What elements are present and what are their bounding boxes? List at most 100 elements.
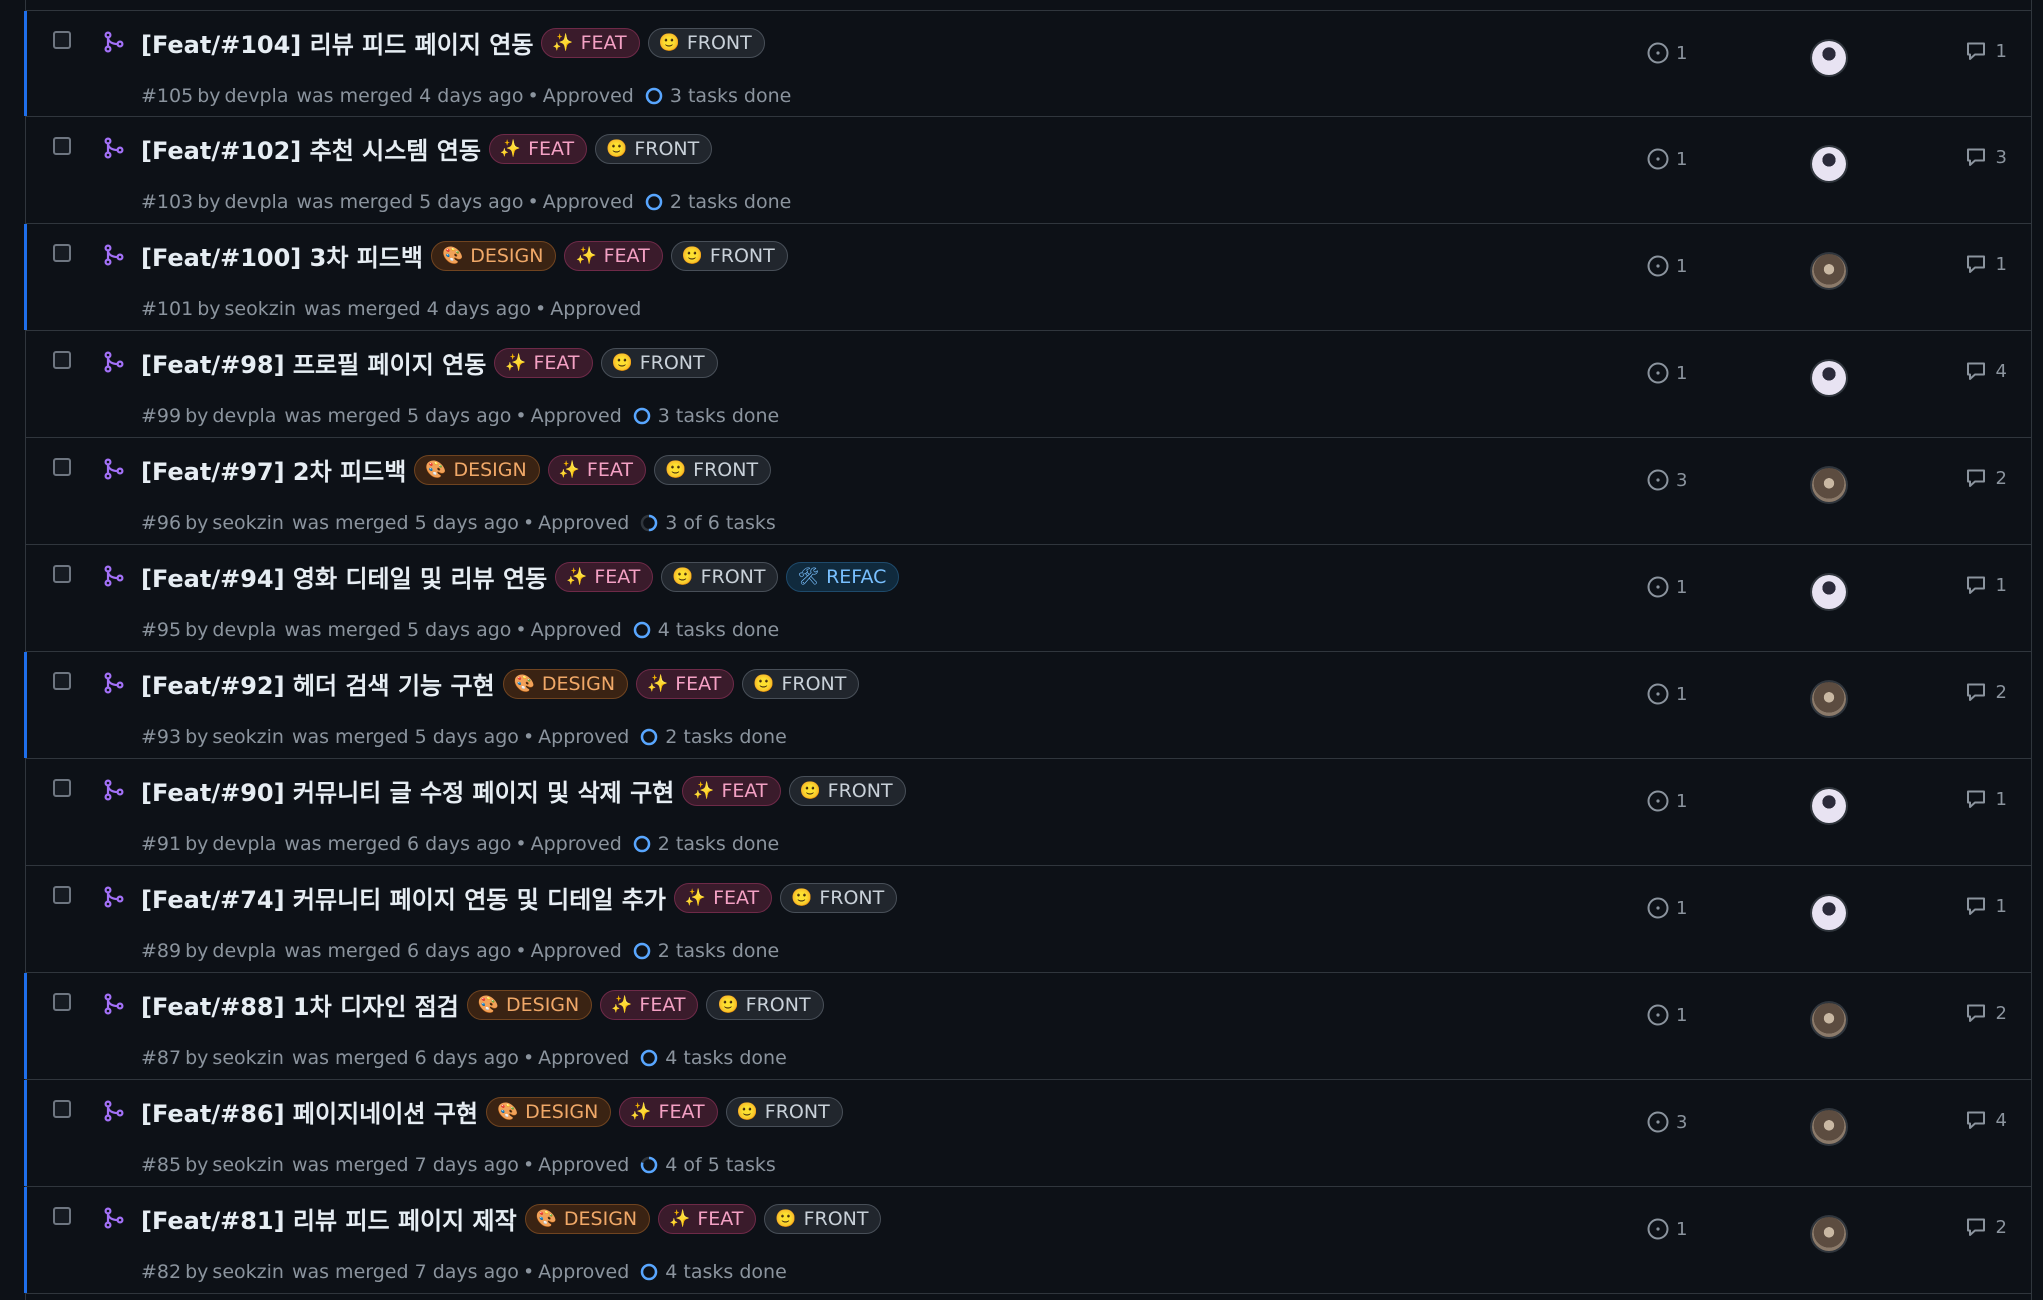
linked-issues[interactable]: 1 — [1646, 361, 1687, 385]
label-feat[interactable]: ✨ FEAT — [564, 240, 663, 271]
pull-request-row[interactable]: [Feat/#92] 헤더 검색 기능 구현 🎨 DESIGN ✨ FEAT 🙂 FRONT… — [24, 652, 2031, 759]
linked-issues[interactable]: 1 — [1646, 147, 1687, 171]
assignee-avatar[interactable] — [1812, 575, 1846, 609]
label-feat[interactable]: ✨ FEAT — [547, 454, 646, 485]
review-status[interactable]: Approved — [531, 405, 622, 427]
review-status[interactable]: Approved — [550, 298, 641, 320]
comments-link[interactable]: 2 — [1964, 680, 2007, 704]
label-design[interactable]: 🎨 DESIGN — [414, 454, 540, 485]
task-status[interactable]: 2 tasks done — [658, 833, 779, 855]
author-link[interactable]: seokzin — [212, 1154, 284, 1176]
label-feat[interactable]: ✨ FEAT — [541, 27, 640, 58]
author-link[interactable]: devpla — [225, 85, 289, 107]
task-status[interactable]: 3 tasks done — [670, 85, 791, 107]
review-status[interactable]: Approved — [538, 1047, 629, 1069]
label-design[interactable]: 🎨 DESIGN — [485, 1096, 612, 1127]
label-front[interactable]: 🙂 FRONT — [780, 882, 898, 913]
pull-request-row[interactable]: [Feat/#88] 1차 디자인 점검 🎨 DESIGN ✨ FEAT 🙂 FRONT #8… — [24, 973, 2031, 1080]
checkbox-icon[interactable] — [53, 458, 71, 476]
pr-title-link[interactable]: [Feat/#100] 3차 피드백 — [141, 238, 423, 273]
task-status[interactable]: 2 tasks done — [658, 940, 779, 962]
linked-issues[interactable]: 1 — [1646, 1217, 1687, 1241]
review-status[interactable]: Approved — [538, 1261, 629, 1283]
pull-request-row[interactable]: [Feat/#98] 프로필 페이지 연동 ✨ FEAT 🙂 FRONT #99 by d… — [26, 331, 2031, 438]
comments-link[interactable]: 1 — [1964, 787, 2007, 811]
checkbox-icon[interactable] — [53, 672, 71, 690]
label-front[interactable]: 🙂 FRONT — [647, 27, 765, 58]
checkbox-icon[interactable] — [53, 244, 71, 262]
task-status[interactable]: 4 tasks done — [665, 1047, 786, 1069]
label-front[interactable]: 🙂 FRONT — [764, 1203, 882, 1234]
label-feat[interactable]: ✨ FEAT — [619, 1096, 718, 1127]
pr-title-link[interactable]: [Feat/#88] 1차 디자인 점검 — [141, 987, 459, 1022]
pull-request-row[interactable]: [Feat/#81] 리뷰 피드 페이지 제작 🎨 DESIGN ✨ FEAT 🙂 FRON… — [24, 1187, 2031, 1294]
checkbox-icon[interactable] — [53, 886, 71, 904]
pr-title-link[interactable]: [Feat/#90] 커뮤니티 글 수정 페이지 및 삭제 구현 — [141, 773, 674, 808]
review-status[interactable]: Approved — [543, 191, 634, 213]
review-status[interactable]: Approved — [531, 619, 622, 641]
linked-issues[interactable]: 1 — [1646, 896, 1687, 920]
assignee-avatar[interactable] — [1812, 789, 1846, 823]
author-link[interactable]: devpla — [225, 191, 289, 213]
author-link[interactable]: devpla — [212, 940, 276, 962]
author-link[interactable]: seokzin — [212, 512, 284, 534]
review-status[interactable]: Approved — [538, 1154, 629, 1176]
pull-request-row[interactable]: [Feat/#100] 3차 피드백 🎨 DESIGN ✨ FEAT 🙂 FRONT #101… — [24, 224, 2031, 331]
linked-issues[interactable]: 1 — [1646, 575, 1687, 599]
pull-request-row[interactable]: [Feat/#74] 커뮤니티 페이지 연동 및 디테일 추가 ✨ FEAT 🙂 FRO… — [26, 866, 2031, 973]
pull-request-row[interactable]: [Feat/#102] 추천 시스템 연동 ✨ FEAT 🙂 FRONT #103 by … — [26, 117, 2031, 224]
pr-title-link[interactable]: [Feat/#86] 페이지네이션 구현 — [141, 1094, 478, 1129]
linked-issues[interactable]: 1 — [1646, 254, 1687, 278]
label-feat[interactable]: ✨ FEAT — [682, 775, 781, 806]
review-status[interactable]: Approved — [543, 85, 634, 107]
assignee-avatar[interactable] — [1812, 254, 1846, 288]
comments-link[interactable]: 1 — [1964, 252, 2007, 276]
task-status[interactable]: 3 tasks done — [658, 405, 779, 427]
task-status[interactable]: 4 tasks done — [658, 619, 779, 641]
assignee-avatar[interactable] — [1812, 1217, 1846, 1251]
author-link[interactable]: seokzin — [212, 1047, 284, 1069]
assignee-avatar[interactable] — [1812, 147, 1846, 181]
assignee-avatar[interactable] — [1812, 896, 1846, 930]
label-feat[interactable]: ✨ FEAT — [488, 133, 588, 164]
checkbox-icon[interactable] — [53, 31, 71, 49]
assignee-avatar[interactable] — [1812, 1110, 1846, 1144]
linked-issues[interactable]: 3 — [1646, 468, 1687, 492]
checkbox-icon[interactable] — [53, 137, 71, 155]
label-front[interactable]: 🙂 FRONT — [706, 989, 824, 1020]
comments-link[interactable]: 3 — [1964, 145, 2007, 169]
label-front[interactable]: 🙂 FRONT — [670, 240, 788, 271]
pr-title-link[interactable]: [Feat/#74] 커뮤니티 페이지 연동 및 디테일 추가 — [141, 880, 666, 915]
comments-link[interactable]: 2 — [1964, 466, 2007, 490]
author-link[interactable]: seokzin — [212, 1261, 284, 1283]
linked-issues[interactable]: 1 — [1646, 789, 1687, 813]
task-status[interactable]: 4 of 5 tasks — [665, 1154, 776, 1176]
review-status[interactable]: Approved — [538, 512, 629, 534]
pull-request-row[interactable]: [Feat/#94] 영화 디테일 및 리뷰 연동 ✨ FEAT 🙂 FRONT 🛠 REF… — [26, 545, 2031, 652]
label-front[interactable]: 🙂 FRONT — [725, 1096, 843, 1127]
linked-issues[interactable]: 1 — [1646, 682, 1687, 706]
label-front[interactable]: 🙂 FRONT — [661, 561, 779, 592]
author-link[interactable]: devpla — [212, 405, 276, 427]
assignee-avatar[interactable] — [1812, 468, 1846, 502]
checkbox-icon[interactable] — [53, 1207, 71, 1225]
task-status[interactable]: 3 of 6 tasks — [665, 512, 776, 534]
assignee-avatar[interactable] — [1812, 41, 1846, 75]
linked-issues[interactable]: 3 — [1646, 1110, 1687, 1134]
label-design[interactable]: 🎨 DESIGN — [466, 989, 593, 1020]
pr-title-link[interactable]: [Feat/#102] 추천 시스템 연동 — [141, 131, 481, 166]
review-status[interactable]: Approved — [538, 726, 629, 748]
review-status[interactable]: Approved — [531, 940, 622, 962]
linked-issues[interactable]: 1 — [1646, 1003, 1687, 1027]
pr-title-link[interactable]: [Feat/#97] 2차 피드백 — [141, 452, 406, 487]
checkbox-icon[interactable] — [53, 565, 71, 583]
checkbox-icon[interactable] — [53, 1100, 71, 1118]
comments-link[interactable]: 4 — [1964, 1108, 2007, 1132]
task-status[interactable]: 2 tasks done — [665, 726, 786, 748]
label-feat[interactable]: ✨ FEAT — [494, 347, 593, 378]
label-design[interactable]: 🎨 DESIGN — [524, 1203, 651, 1234]
author-link[interactable]: devpla — [212, 619, 276, 641]
label-front[interactable]: 🙂 FRONT — [653, 454, 772, 485]
label-refac[interactable]: 🛠 REFAC — [786, 561, 900, 592]
pr-title-link[interactable]: [Feat/#98] 프로필 페이지 연동 — [141, 345, 486, 380]
